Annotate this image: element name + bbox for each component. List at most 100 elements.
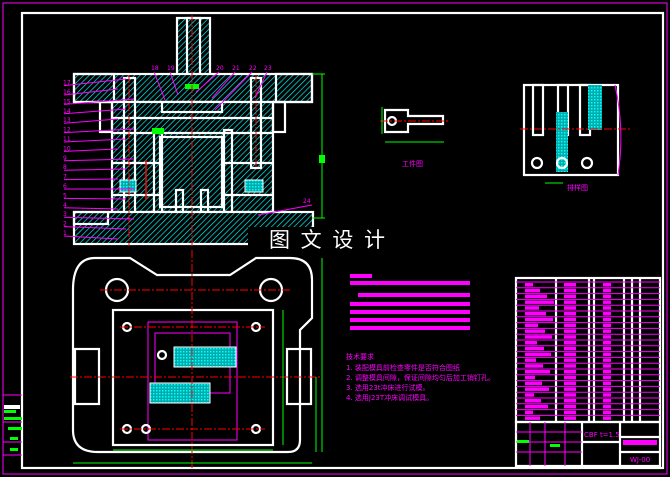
bom-cell (525, 352, 551, 357)
part-number-label: 12 (63, 127, 71, 134)
strip-layout-view: 排样图 (520, 83, 630, 192)
bom-cell (603, 370, 611, 374)
bom-cell (564, 393, 576, 397)
bom-cell (603, 387, 611, 391)
part-number-label: 17 (63, 80, 71, 87)
part-number-label: 18 (151, 65, 159, 72)
bom-cell (525, 341, 537, 345)
bom-cell (603, 335, 611, 339)
bom-cell (525, 404, 548, 409)
bom-cell (564, 306, 576, 310)
bom-cell (603, 317, 611, 322)
bom-cell (525, 283, 533, 287)
bom-cell (603, 294, 611, 299)
bom-cell (525, 306, 539, 310)
bom-cell (525, 312, 546, 316)
bom-cell (564, 416, 576, 420)
bom-cell (564, 410, 576, 415)
part-number-label: 14 (63, 108, 71, 115)
part-number-label: 9 (63, 155, 67, 162)
bom-cell (603, 329, 611, 333)
bom-cell (603, 399, 611, 403)
bom-cell (564, 323, 576, 328)
bom-cell (564, 370, 576, 374)
strip-layout-label: 排样图 (567, 183, 588, 192)
bom-cell (564, 404, 576, 409)
bom-cell (603, 410, 611, 415)
drawing-number: WJ-00 (630, 456, 650, 464)
leader-line (63, 148, 119, 152)
title-block: CBF t=1.5 WJ-00 (514, 420, 662, 468)
bom-cell (525, 358, 536, 362)
bom-cell (564, 399, 576, 403)
bom-cell (564, 375, 576, 380)
bom-cell (525, 288, 540, 293)
tech-req-title: 技术要求 (346, 352, 374, 361)
tech-req-item: 3. 选用23t冲床进行试模。 (346, 383, 430, 392)
part-number-label: 10 (63, 145, 71, 152)
part-number-label: 21 (232, 65, 240, 72)
bom-cell (564, 352, 576, 357)
bom-cell (525, 335, 552, 339)
bom-cell (603, 416, 611, 420)
bom-cell (603, 404, 611, 409)
part-number-label: 13 (63, 117, 71, 124)
bom-cell (564, 329, 576, 333)
bom-cell (525, 416, 540, 420)
leader-line (63, 197, 127, 200)
tech-req-item: 4. 选用J23T冲床调试模具。 (346, 393, 433, 402)
bom-cell (603, 300, 611, 304)
part-number-label: 16 (63, 89, 71, 96)
bom-cell (603, 288, 611, 293)
bom-cell (525, 364, 543, 368)
bom-cell (603, 375, 611, 380)
bom-cell (603, 364, 611, 368)
bom-cell (603, 358, 611, 362)
bom-cell (603, 306, 611, 310)
bom-cell (564, 312, 576, 316)
part-number-label: 4 (63, 202, 67, 209)
bom-cell (525, 323, 538, 328)
bom-cell (525, 393, 534, 397)
bom-cell (525, 381, 542, 386)
bom-cell (525, 399, 541, 403)
bom-cell (564, 381, 576, 386)
bom-cell (564, 335, 576, 339)
notes-table (350, 274, 470, 330)
bom-cell (564, 364, 576, 368)
part-number-label: 23 (264, 65, 272, 72)
tech-req-item: 2. 调整模具间隙，保证间隙均匀后加工销钉孔。 (346, 373, 495, 382)
plan-view (70, 250, 323, 470)
bom-cell (525, 329, 545, 333)
bom-cell (525, 346, 544, 351)
part-number-label: 24 (303, 198, 311, 205)
part-number-label: 5 (63, 192, 67, 199)
leader-line (63, 118, 119, 124)
material-thickness: CBF t=1.5 (584, 431, 620, 439)
part-number-label: 6 (63, 183, 67, 190)
bom-cell (564, 283, 576, 287)
bom-cell (603, 381, 611, 386)
bom-cell (603, 341, 611, 345)
bom-cell (525, 387, 549, 391)
bom-cell (564, 358, 576, 362)
tech-req-item: 1. 装配模具前检查零件是否符合图纸 (346, 363, 460, 372)
leader-line (63, 207, 119, 210)
workpiece-view: 工件图 (380, 107, 448, 168)
workpiece-view-label: 工件图 (402, 159, 423, 168)
part-number-label: 2 (63, 221, 67, 228)
bom-cell (603, 323, 611, 328)
bom-cell (564, 346, 576, 351)
bill-of-materials (514, 276, 662, 424)
bom-cell (603, 312, 611, 316)
bom-cell (603, 393, 611, 397)
bom-cell (525, 375, 535, 380)
bom-cell (525, 410, 533, 415)
bom-cell (603, 346, 611, 351)
bom-cell (564, 341, 576, 345)
bom-cell (564, 288, 576, 293)
bom-cell (564, 317, 576, 322)
bom-cell (603, 283, 611, 287)
bom-cell (525, 294, 547, 299)
bom-cell (564, 300, 576, 304)
